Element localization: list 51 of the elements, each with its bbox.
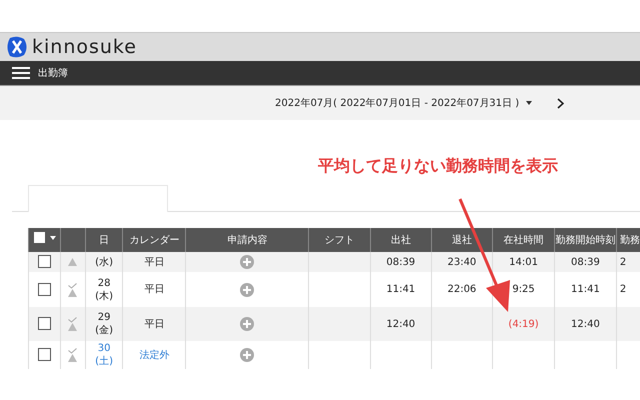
next-chevron-icon[interactable] (557, 98, 564, 108)
dropdown-caret-icon[interactable] (526, 101, 532, 105)
weekday-label: (水) (95, 256, 113, 268)
office-time: (4:19) (508, 318, 539, 330)
work-start-time: 12:40 (571, 318, 600, 330)
column-header: 出社 (390, 234, 411, 246)
select-all-checkbox[interactable] (32, 231, 46, 244)
dropdown-caret-icon[interactable] (50, 236, 56, 240)
row-checkbox[interactable] (38, 282, 51, 296)
warning-icon (68, 288, 78, 296)
column-header: 在社時間 (504, 234, 544, 246)
calendar-type: 平日 (144, 256, 164, 268)
warning-icon (68, 354, 78, 362)
column-header: シフト (324, 234, 355, 246)
calendar-type: 法定外 (139, 350, 170, 360)
column-header: 勤務開始時刻 (555, 234, 616, 246)
warning-icon (68, 323, 78, 331)
table-cell-text: 2 (620, 284, 626, 295)
work-start-time: 08:39 (571, 256, 600, 268)
column-header: 日 (99, 234, 110, 246)
logo-text: kinnosuke (32, 38, 137, 56)
annotation-text: 平均して足りない勤務時間を表示 (318, 155, 558, 177)
column-header: 申請内容 (227, 234, 268, 246)
calendar-type: 平日 (144, 318, 164, 330)
clock-out-time: 22:06 (447, 284, 476, 295)
clock-out-time: 23:40 (447, 256, 476, 268)
clock-in-time: 12:40 (386, 318, 416, 330)
weekday-label: (土) (95, 355, 113, 368)
calendar-type: 平日 (144, 284, 164, 295)
clock-in-time: 08:39 (386, 256, 416, 268)
date-number: 29 (98, 311, 110, 324)
date-number: 28 (98, 276, 110, 290)
clock-in-time: 11:41 (386, 284, 416, 295)
table-cell-text: 2 (620, 256, 626, 268)
column-header: 退社 (452, 234, 472, 246)
office-time: 9:25 (512, 284, 535, 295)
office-time: 14:01 (509, 256, 538, 268)
weekday-label: (金) (95, 324, 113, 337)
weekday-label: (木) (95, 290, 113, 302)
menu-icon[interactable] (12, 67, 30, 79)
warning-icon (68, 258, 78, 266)
row-checkbox[interactable] (38, 255, 51, 268)
page-title: 出勤簿 (38, 66, 68, 80)
date-number: 30 (98, 342, 110, 355)
column-header: 勤務 (620, 234, 640, 246)
period-selector[interactable]: 2022年07月( 2022年07月01日 - 2022年07月31日 ) (275, 96, 520, 110)
column-header: カレンダー (129, 234, 180, 246)
work-start-time: 11:41 (571, 284, 600, 295)
row-checkbox[interactable] (38, 348, 51, 362)
row-checkbox[interactable] (38, 317, 51, 330)
logo-icon (6, 36, 28, 58)
